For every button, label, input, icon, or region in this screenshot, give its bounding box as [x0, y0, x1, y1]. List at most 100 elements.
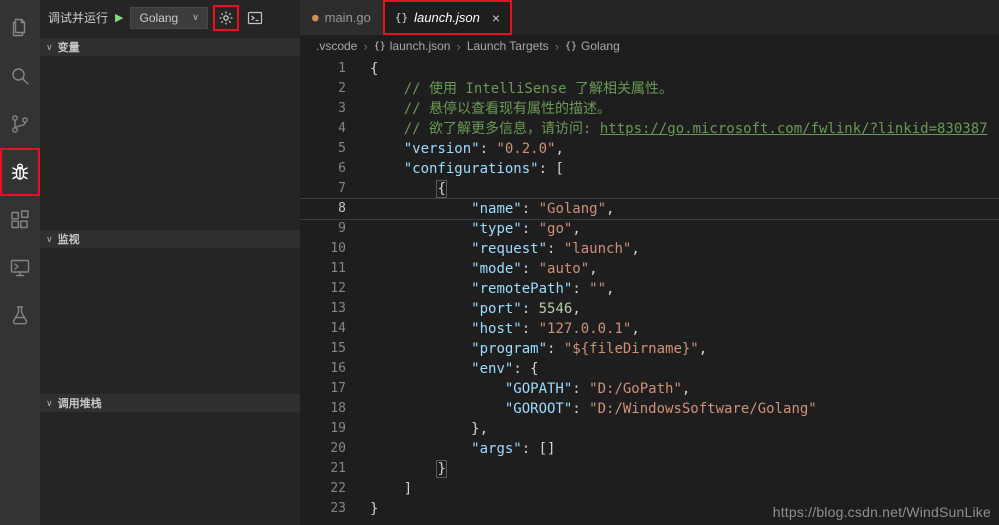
test-icon[interactable] — [0, 292, 40, 340]
breadcrumb-item[interactable]: Launch Targets — [467, 39, 549, 53]
code-token: }, — [370, 421, 488, 437]
line-content: // 悬停以查看现有属性的描述。 — [346, 99, 611, 119]
code-token: : — [547, 241, 564, 257]
code-token: "name" — [471, 201, 522, 217]
code-line[interactable]: 6 "configurations": [ — [300, 159, 999, 179]
line-number: 5 — [300, 139, 346, 159]
code-token: 5546 — [539, 301, 573, 317]
section-variables[interactable]: ∨变量 — [40, 38, 300, 56]
code-line[interactable]: 13 "port": 5546, — [300, 299, 999, 319]
line-content: "host": "127.0.0.1", — [346, 319, 640, 339]
code-line[interactable]: 21 } — [300, 459, 999, 479]
line-number: 8 — [300, 199, 346, 219]
code-token — [370, 141, 404, 157]
code-line[interactable]: 16 "env": { — [300, 359, 999, 379]
code-line[interactable]: 5 "version": "0.2.0", — [300, 139, 999, 159]
breadcrumb-item[interactable]: .vscode — [316, 39, 357, 53]
code-token — [370, 281, 471, 297]
code-token: { — [437, 181, 445, 197]
code-line[interactable]: 20 "args": [] — [300, 439, 999, 459]
code-line[interactable]: 22 ] — [300, 479, 999, 499]
code-line[interactable]: 18 "GOROOT": "D:/WindowsSoftware/Golang" — [300, 399, 999, 419]
code-line[interactable]: 10 "request": "launch", — [300, 239, 999, 259]
code-line[interactable]: 9 "type": "go", — [300, 219, 999, 239]
code-token: "mode" — [471, 261, 522, 277]
debug-console-icon[interactable] — [244, 7, 266, 29]
tab-main-go[interactable]: ● main.go — [300, 0, 383, 35]
tab-label: main.go — [325, 10, 371, 25]
code-token: } — [437, 461, 445, 477]
line-number: 6 — [300, 159, 346, 179]
code-line[interactable]: 15 "program": "${fileDirname}", — [300, 339, 999, 359]
code-token — [370, 201, 471, 217]
code-line[interactable]: 14 "host": "127.0.0.1", — [300, 319, 999, 339]
code-token: : — [522, 221, 539, 237]
breadcrumb-separator: › — [555, 39, 559, 54]
breadcrumb-item[interactable]: {}launch.json — [374, 39, 451, 53]
code-token — [370, 221, 471, 237]
section-call-stack[interactable]: ∨调用堆栈 — [40, 394, 300, 412]
code-token: : [] — [522, 441, 556, 457]
code-token: "remotePath" — [471, 281, 572, 297]
line-number: 3 — [300, 99, 346, 119]
code-token: : { — [513, 361, 538, 377]
code-token: "configurations" — [404, 161, 539, 177]
code-token: : [ — [539, 161, 564, 177]
json-file-icon: {} — [395, 11, 408, 24]
code-token: : — [522, 261, 539, 277]
debug-config-dropdown[interactable]: Golang ∨ — [130, 7, 207, 29]
explorer-icon[interactable] — [0, 4, 40, 52]
breadcrumb-label: launch.json — [390, 39, 451, 53]
code-line[interactable]: 17 "GOPATH": "D:/GoPath", — [300, 379, 999, 399]
code-line[interactable]: 1{ — [300, 59, 999, 79]
extensions-icon[interactable] — [0, 196, 40, 244]
line-content: { — [346, 179, 446, 199]
debug-icon[interactable] — [0, 148, 40, 196]
line-content: "name": "Golang", — [346, 199, 614, 219]
code-editor[interactable]: 1{2 // 使用 IntelliSense 了解相关属性。3 // 悬停以查看… — [300, 57, 999, 525]
code-token — [370, 381, 505, 397]
breadcrumb-item[interactable]: {}Golang — [565, 39, 620, 53]
tab-label: launch.json — [414, 10, 480, 25]
code-token: "D:/GoPath" — [589, 381, 682, 397]
code-token: https://go.microsoft.com/fwlink/?linkid=… — [600, 121, 988, 137]
code-line[interactable]: 19 }, — [300, 419, 999, 439]
go-file-icon: ● — [312, 11, 319, 24]
chevron-down-icon: ∨ — [46, 398, 53, 409]
code-line[interactable]: 11 "mode": "auto", — [300, 259, 999, 279]
code-token: : — [547, 341, 564, 357]
line-content: "type": "go", — [346, 219, 581, 239]
code-token — [370, 361, 471, 377]
code-line[interactable]: 8 "name": "Golang", — [300, 199, 999, 219]
code-line[interactable]: 2 // 使用 IntelliSense 了解相关属性。 — [300, 79, 999, 99]
code-token: "type" — [471, 221, 522, 237]
code-token: "launch" — [564, 241, 631, 257]
code-line[interactable]: 3 // 悬停以查看现有属性的描述。 — [300, 99, 999, 119]
code-token — [370, 341, 471, 357]
code-line[interactable]: 4 // 欲了解更多信息，请访问: https://go.microsoft.c… — [300, 119, 999, 139]
section-watch[interactable]: ∨监视 — [40, 230, 300, 248]
code-line[interactable]: 12 "remotePath": "", — [300, 279, 999, 299]
gear-icon[interactable] — [215, 7, 237, 29]
line-number: 4 — [300, 119, 346, 139]
code-token: : — [522, 201, 539, 217]
code-token: "program" — [471, 341, 547, 357]
code-token: "args" — [471, 441, 522, 457]
line-content: ] — [346, 479, 412, 499]
source-control-icon[interactable] — [0, 100, 40, 148]
close-icon[interactable]: × — [492, 10, 500, 26]
line-number: 10 — [300, 239, 346, 259]
section-label: 变量 — [58, 39, 80, 55]
line-number: 13 — [300, 299, 346, 319]
tab-launch-json[interactable]: {} launch.json × — [383, 0, 512, 35]
remote-explorer-icon[interactable] — [0, 244, 40, 292]
code-line[interactable]: 7 { — [300, 179, 999, 199]
code-token: : — [522, 301, 539, 317]
line-content: } — [346, 459, 446, 479]
json-symbol-icon: {} — [565, 41, 577, 52]
section-label: 监视 — [58, 231, 80, 247]
start-debugging-icon[interactable]: ▶ — [115, 11, 123, 24]
line-number: 23 — [300, 499, 346, 519]
chevron-down-icon: ∨ — [192, 12, 199, 23]
search-icon[interactable] — [0, 52, 40, 100]
